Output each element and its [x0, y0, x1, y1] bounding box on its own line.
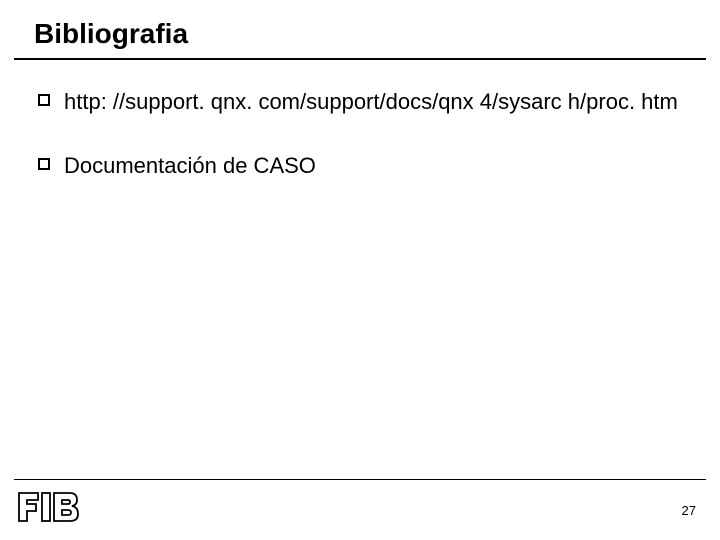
content-area: http: //support. qnx. com/support/docs/q…	[0, 60, 720, 180]
square-bullet-icon	[38, 158, 50, 170]
square-bullet-icon	[38, 94, 50, 106]
page-number: 27	[682, 503, 696, 518]
bullet-text: Documentación de CASO	[64, 152, 316, 180]
fib-logo	[18, 492, 80, 522]
page-title: Bibliografia	[34, 18, 686, 50]
footer-divider	[14, 479, 706, 480]
header: Bibliografia	[14, 0, 706, 60]
bullet-text: http: //support. qnx. com/support/docs/q…	[64, 88, 678, 116]
list-item: Documentación de CASO	[38, 152, 700, 180]
list-item: http: //support. qnx. com/support/docs/q…	[38, 88, 700, 116]
